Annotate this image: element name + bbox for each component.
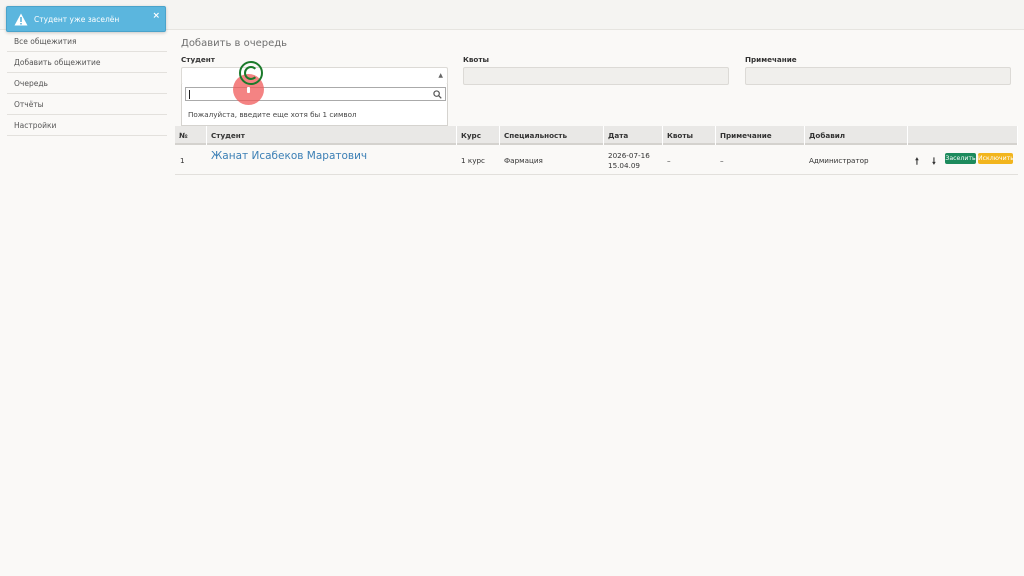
section-title: Добавить в очередь <box>181 38 288 49</box>
note-field[interactable] <box>745 67 1011 85</box>
col-student: Студент <box>207 126 457 145</box>
move-up-icon[interactable]: 🠕 <box>915 154 919 170</box>
student-search-input[interactable] <box>185 87 446 101</box>
sidebar-item-reports[interactable]: Отчёты <box>7 94 167 115</box>
move-down-icon[interactable]: 🠗 <box>932 154 936 170</box>
quota-label: Квоты <box>463 55 490 64</box>
sidebar: Все общежития Добавить общежитие Очередь… <box>7 31 167 136</box>
row-number: 1 <box>180 156 185 165</box>
col-quota: Квоты <box>663 126 716 145</box>
table-row: 1 Жанат Исабеков Маратович 1 курс Фармац… <box>175 145 1018 175</box>
sidebar-item-all-dorms[interactable]: Все общежития <box>7 31 167 52</box>
student-label: Студент <box>181 55 215 64</box>
row-added-by: Администратор <box>809 156 869 165</box>
col-actions <box>908 126 1018 145</box>
settle-button[interactable]: Заселить <box>945 153 976 164</box>
notification-toast: Студент уже заселён × <box>6 6 166 32</box>
col-date: Дата <box>604 126 663 145</box>
note-label: Примечание <box>745 55 797 64</box>
row-time: 15.04.09 <box>608 161 641 170</box>
col-course: Курс <box>457 126 500 145</box>
table-header: № Студент Курс Специальность Дата Квоты … <box>175 126 1018 145</box>
row-date: 2026-07-16 <box>608 151 650 160</box>
queue-table: № Студент Курс Специальность Дата Квоты … <box>175 126 1018 175</box>
toast-message: Студент уже заселён <box>34 15 120 24</box>
text-cursor <box>189 90 190 99</box>
row-note: – <box>720 156 724 165</box>
exclude-button[interactable]: Исключить <box>978 153 1014 164</box>
quota-field[interactable] <box>463 67 729 85</box>
row-course: 1 курс <box>461 156 485 165</box>
col-number: № <box>175 126 207 145</box>
student-select[interactable]: ▲ <box>181 67 448 85</box>
sidebar-item-add-dorm[interactable]: Добавить общежитие <box>7 52 167 73</box>
sidebar-item-settings[interactable]: Настройки <box>7 115 167 136</box>
sidebar-item-queue[interactable]: Очередь <box>7 73 167 94</box>
row-specialty: Фармация <box>504 156 543 165</box>
student-name-link[interactable]: Жанат Исабеков Маратович <box>211 150 367 162</box>
row-quota: – <box>667 156 671 165</box>
dropdown-hint: Пожалуйста, введите еще хотя бы 1 символ <box>188 110 357 119</box>
toast-close-button[interactable]: × <box>152 11 160 21</box>
col-note: Примечание <box>716 126 805 145</box>
col-specialty: Специальность <box>500 126 604 145</box>
search-icon <box>433 90 442 99</box>
caret-up-icon: ▲ <box>438 72 443 79</box>
student-dropdown: Пожалуйста, введите еще хотя бы 1 символ <box>181 84 448 126</box>
loading-ring-icon <box>239 61 263 85</box>
warning-icon <box>14 13 28 26</box>
col-added-by: Добавил <box>805 126 908 145</box>
